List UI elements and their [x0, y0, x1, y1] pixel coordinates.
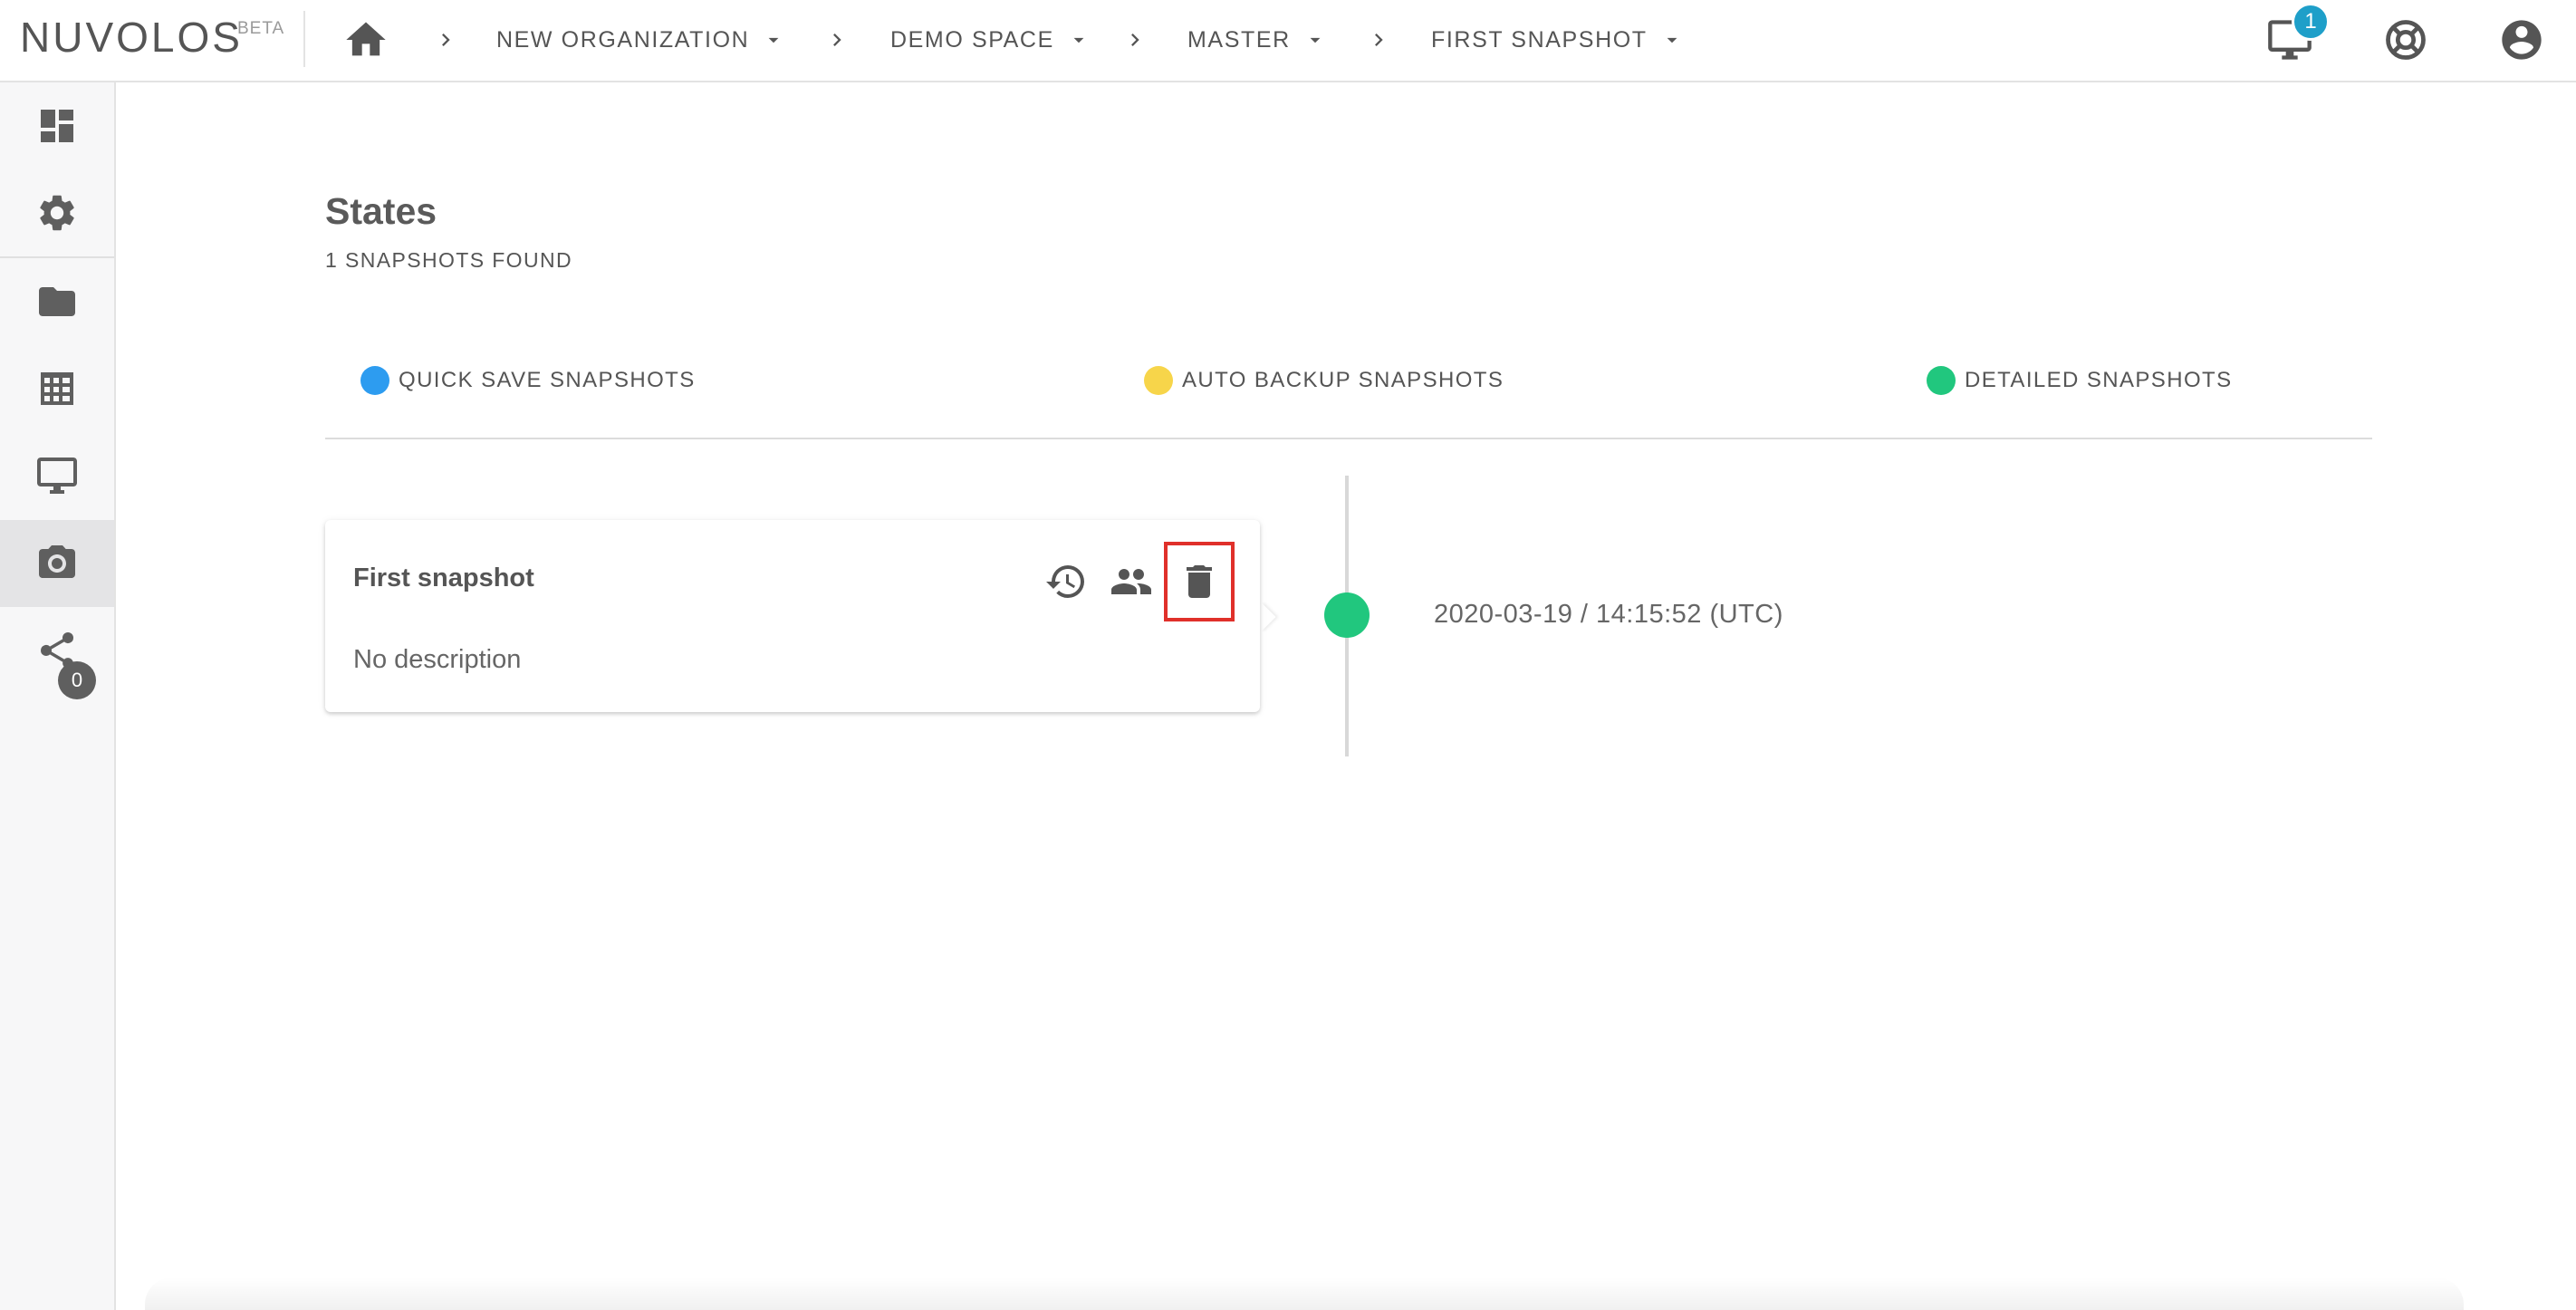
caret-down-icon: [1310, 37, 1321, 43]
legend-label: AUTO BACKUP SNAPSHOTS: [1182, 368, 1504, 392]
sidebar-item-files[interactable]: [0, 258, 114, 345]
legend-dot-yellow: [1144, 366, 1173, 395]
brand-divider: [303, 11, 305, 67]
snapshot-timestamp: 2020-03-19 / 14:15:52 (UTC): [1434, 600, 1783, 629]
restore-snapshot-button[interactable]: [1041, 556, 1091, 607]
sidebar-item-tables[interactable]: [0, 345, 114, 432]
bottom-panel-shadow: [145, 1277, 2464, 1310]
chevron-right-icon: [1131, 34, 1139, 46]
legend-dot-green: [1927, 366, 1956, 395]
trash-icon: [1187, 565, 1212, 598]
breadcrumb-snapshot[interactable]: FIRST SNAPSHOT: [1431, 22, 1684, 58]
notification-badge: 1: [2292, 3, 2330, 41]
delete-snapshot-button[interactable]: [1164, 542, 1235, 621]
caret-down-icon: [768, 37, 779, 43]
caret-down-icon: [1667, 37, 1677, 43]
folder-icon: [39, 287, 75, 316]
legend-label: DETAILED SNAPSHOTS: [1965, 368, 2233, 392]
breadcrumb-organization[interactable]: NEW ORGANIZATION: [496, 22, 785, 58]
account-circle-icon[interactable]: [2498, 16, 2545, 63]
legend-quick-save: QUICK SAVE SNAPSHOTS: [360, 366, 696, 395]
share-count-badge: 0: [58, 661, 96, 699]
page-title: States: [325, 190, 437, 232]
chevron-right-icon: [833, 34, 841, 46]
brand-beta-tag: BETA: [237, 19, 285, 38]
legend-dot-blue: [360, 366, 389, 395]
caret-down-icon: [1073, 37, 1084, 43]
brand-logo[interactable]: NUVOLOS: [20, 13, 243, 62]
dashboard-icon: [41, 110, 73, 142]
chevron-right-icon: [442, 34, 450, 46]
legend-detailed: DETAILED SNAPSHOTS: [1927, 366, 2232, 395]
history-icon: [1046, 565, 1084, 598]
breadcrumb-label: DEMO SPACE: [890, 26, 1054, 53]
sidebar-item-applications[interactable]: [0, 432, 114, 519]
snapshot-count: 1 SNAPSHOTS FOUND: [325, 248, 573, 272]
snapshot-name: First snapshot: [353, 563, 534, 592]
breadcrumb-space[interactable]: DEMO SPACE: [890, 22, 1091, 58]
snapshot-card: First snapshot No description: [325, 520, 1260, 712]
legend-label: QUICK SAVE SNAPSHOTS: [399, 368, 696, 392]
snapshot-description: No description: [353, 645, 522, 674]
top-bar: NUVOLOS BETA NEW ORGANIZATION DEMO SPACE…: [0, 0, 2576, 82]
sidebar-item-dashboard[interactable]: [0, 82, 114, 169]
people-icon: [1111, 569, 1151, 594]
legend-auto-backup: AUTO BACKUP SNAPSHOTS: [1144, 366, 1504, 395]
breadcrumb-label: MASTER: [1187, 26, 1291, 53]
timeline-dot-detailed: [1324, 592, 1370, 638]
sidebar-item-share[interactable]: 0: [0, 607, 114, 699]
share-snapshot-button[interactable]: [1106, 556, 1157, 607]
sidebar-item-snapshots[interactable]: [0, 520, 114, 607]
breadcrumb-label: NEW ORGANIZATION: [496, 26, 750, 53]
breadcrumb-instance[interactable]: MASTER: [1187, 22, 1327, 58]
monitor-icon: [37, 458, 77, 494]
sidebar: 0: [0, 82, 116, 1310]
home-icon[interactable]: [342, 16, 389, 63]
chevron-right-icon: [1375, 34, 1383, 46]
table-grid-icon: [41, 372, 73, 405]
help-lifebuoy-icon[interactable]: [2382, 16, 2429, 63]
legend-divider: [325, 438, 2372, 439]
gear-icon: [40, 195, 74, 231]
breadcrumb-label: FIRST SNAPSHOT: [1431, 26, 1648, 53]
sidebar-item-settings[interactable]: [0, 169, 114, 256]
camera-icon: [39, 545, 75, 578]
